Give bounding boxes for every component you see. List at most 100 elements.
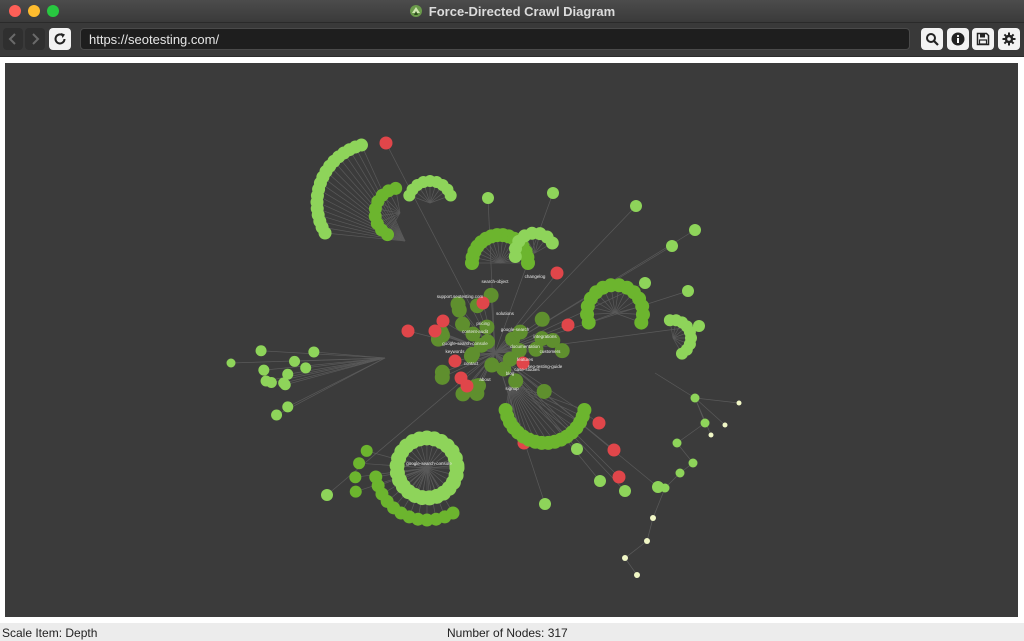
save-button[interactable] — [972, 28, 994, 50]
graph-node[interactable] — [650, 515, 656, 521]
graph-node[interactable] — [282, 401, 294, 413]
graph-node[interactable] — [464, 346, 480, 362]
scale-item-status: Scale Item: Depth — [2, 626, 98, 640]
graph-node[interactable] — [644, 538, 650, 544]
graph-node[interactable] — [389, 181, 403, 195]
graph-node[interactable] — [321, 489, 333, 501]
graph-node[interactable] — [630, 200, 642, 212]
node-label: contact — [464, 361, 479, 366]
toolbar: https://seotesting.com/ — [0, 23, 1024, 57]
graph-node[interactable] — [255, 345, 267, 357]
graph-node[interactable] — [258, 364, 270, 376]
crawl-diagram-canvas[interactable]: support.seotesting.com search-object chang… — [5, 63, 1018, 617]
chevron-left-icon — [8, 33, 16, 45]
graph-node[interactable] — [539, 498, 551, 510]
graph-node[interactable] — [434, 369, 450, 385]
graph-node[interactable] — [534, 311, 550, 327]
node-label: google-search-console — [406, 461, 452, 466]
graph-node[interactable] — [354, 138, 368, 152]
graph-node[interactable] — [545, 236, 559, 250]
chevron-right-icon — [32, 33, 40, 45]
graph-node[interactable] — [448, 354, 462, 368]
graph-edge — [261, 350, 386, 359]
graph-node[interactable] — [682, 285, 694, 297]
graph-node[interactable] — [482, 192, 494, 204]
node-label: support.seotesting.com — [437, 294, 484, 299]
graph-node[interactable] — [666, 240, 678, 252]
graph-node[interactable] — [484, 357, 500, 373]
graph-node[interactable] — [260, 375, 272, 387]
graph-node[interactable] — [460, 379, 474, 393]
search-icon — [926, 33, 939, 46]
graph-node[interactable] — [690, 393, 700, 403]
graph-edge — [313, 351, 386, 359]
graph-node[interactable] — [300, 362, 312, 374]
graph-edge — [676, 422, 706, 444]
node-label: documentation — [510, 344, 540, 349]
graph-node[interactable] — [676, 347, 688, 360]
graph-node[interactable] — [693, 320, 705, 332]
graph-node[interactable] — [561, 318, 575, 332]
node-label: google-search — [501, 327, 530, 332]
graph-node[interactable] — [619, 485, 631, 497]
graph-node[interactable] — [634, 572, 640, 578]
reload-button[interactable] — [49, 28, 71, 50]
settings-button[interactable] — [998, 28, 1020, 50]
graph-node[interactable] — [700, 418, 710, 428]
node-label: keywords — [445, 349, 465, 354]
graph-node[interactable] — [271, 409, 283, 421]
window-title: Force-Directed Crawl Diagram — [428, 3, 616, 19]
graph-node[interactable] — [592, 416, 606, 430]
graph-node[interactable] — [349, 485, 362, 498]
graph-node[interactable] — [672, 438, 682, 448]
back-button[interactable] — [3, 28, 23, 50]
graph-node[interactable] — [521, 256, 535, 270]
graph-edge — [646, 517, 654, 542]
graph-node[interactable] — [607, 443, 621, 457]
reload-icon — [54, 33, 66, 45]
crawl-diagram-svg[interactable]: support.seotesting.com search-object chang… — [5, 63, 1018, 617]
graph-node[interactable] — [401, 324, 415, 338]
graph-node[interactable] — [571, 443, 583, 455]
graph-node[interactable] — [536, 383, 552, 399]
graph-node[interactable] — [652, 481, 664, 493]
diagram-frame: support.seotesting.com search-object chang… — [0, 57, 1024, 623]
graph-node[interactable] — [736, 400, 742, 406]
graph-node[interactable] — [444, 189, 457, 202]
graph-node[interactable] — [622, 555, 628, 561]
graph-node[interactable] — [360, 444, 373, 457]
graph-node[interactable] — [722, 422, 728, 428]
graph-node[interactable] — [547, 187, 559, 199]
url-field[interactable]: https://seotesting.com/ — [80, 28, 910, 50]
graph-node[interactable] — [353, 457, 366, 470]
graph-node[interactable] — [498, 402, 513, 417]
node-label: content-audit — [462, 329, 489, 334]
graph-node[interactable] — [675, 468, 685, 478]
graph-node[interactable] — [688, 458, 698, 468]
forward-button[interactable] — [25, 28, 45, 50]
graph-node[interactable] — [708, 432, 714, 438]
graph-node[interactable] — [349, 471, 362, 484]
graph-node[interactable] — [612, 470, 626, 484]
graph-node[interactable] — [279, 379, 291, 391]
node-label: google-search-console — [442, 341, 488, 346]
graph-node[interactable] — [226, 358, 236, 368]
graph-node[interactable] — [550, 266, 564, 280]
graph-node[interactable] — [502, 351, 518, 367]
node-count-status: Number of Nodes: 317 — [447, 626, 568, 640]
node-label: customers — [540, 349, 562, 354]
graph-node[interactable] — [594, 475, 606, 487]
node-label: changelog — [525, 274, 546, 279]
graph-node[interactable] — [369, 470, 383, 484]
graph-node[interactable] — [308, 346, 320, 358]
graph-edge — [624, 540, 648, 559]
graph-node[interactable] — [428, 324, 442, 338]
graph-node[interactable] — [689, 224, 701, 236]
graph-node[interactable] — [639, 277, 651, 289]
graph-node[interactable] — [289, 355, 301, 367]
graph-node[interactable] — [379, 136, 393, 150]
graph-node[interactable] — [634, 315, 649, 330]
search-button[interactable] — [921, 28, 943, 50]
info-button[interactable] — [947, 28, 969, 50]
node-label: features — [517, 357, 534, 362]
